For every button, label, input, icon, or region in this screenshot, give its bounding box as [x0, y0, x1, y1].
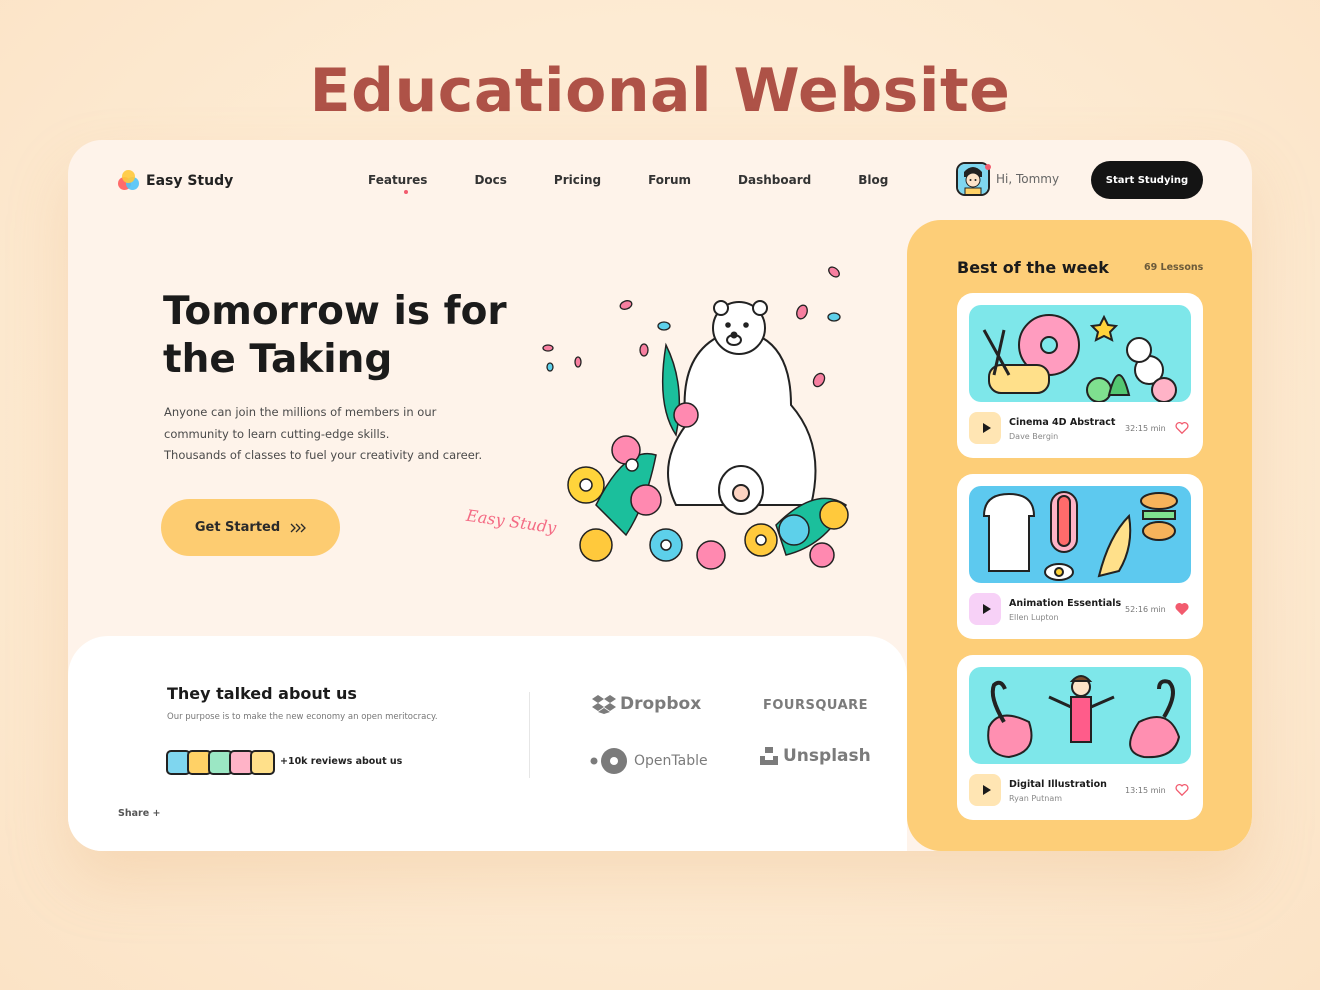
panel-title: Best of the week — [957, 258, 1109, 277]
best-of-week-panel: Best of the week 69 Lessons Cinema 4D Ab… — [907, 220, 1252, 851]
nav-item-blog[interactable]: Blog — [858, 173, 888, 187]
hero-title-line-2: the Taking — [163, 337, 393, 382]
brand-logo-opentable: OpenTable — [590, 747, 708, 775]
share-button[interactable]: Share + — [118, 808, 160, 819]
showcase-title: Educational Website — [309, 56, 1011, 126]
play-button[interactable] — [969, 412, 1001, 444]
notification-dot — [985, 164, 991, 170]
unsplash-icon — [760, 747, 778, 765]
hero-subtitle-line-1: Anyone can join the millions of members … — [164, 405, 437, 419]
nav-item-dashboard[interactable]: Dashboard — [738, 173, 811, 187]
brand-name-opentable: OpenTable — [634, 753, 708, 769]
lesson-duration: 52:16 min — [1125, 605, 1166, 614]
website-frame: Easy Study Features Docs Pricing Forum D… — [68, 140, 1252, 851]
nav-item-forum[interactable]: Forum — [648, 173, 691, 187]
brand-name-dropbox: Dropbox — [620, 694, 702, 714]
lesson-card[interactable]: Digital Illustration Ryan Putnam 13:15 m… — [957, 655, 1203, 820]
lesson-title: Cinema 4D Abstract — [1009, 417, 1116, 428]
hero-subtitle: Anyone can join the millions of members … — [164, 402, 544, 467]
hero-title-line-1: Tomorrow is for — [163, 289, 507, 334]
logo-icon — [118, 170, 140, 192]
logo[interactable]: Easy Study — [118, 170, 233, 192]
lesson-duration: 32:15 min — [1125, 424, 1166, 433]
get-started-button[interactable]: Get Started — [161, 499, 340, 556]
brand-name-foursquare: FOURSQUARE — [763, 698, 869, 713]
lesson-author: Ellen Lupton — [1009, 613, 1059, 622]
dropbox-icon — [592, 695, 616, 714]
nav-item-features[interactable]: Features — [368, 173, 427, 187]
chevrons-right-icon — [290, 523, 307, 532]
opentable-icon — [590, 748, 627, 774]
brand-logo-unsplash: Unsplash — [759, 746, 871, 766]
main-nav: Features Docs Pricing Forum Dashboard Bl… — [368, 173, 935, 187]
brand-logo-dropbox: Dropbox — [592, 694, 701, 714]
lesson-author: Ryan Putnam — [1009, 794, 1063, 803]
heart-outline-icon[interactable] — [1175, 783, 1189, 797]
divider — [529, 692, 530, 778]
heart-outline-icon[interactable] — [1175, 421, 1189, 435]
lesson-duration: 13:15 min — [1125, 786, 1166, 795]
brand-logo-foursquare: FOURSQUARE — [763, 698, 868, 713]
lesson-card[interactable]: Cinema 4D Abstract Dave Bergin 32:15 min — [957, 293, 1203, 458]
reviews-count: +10k reviews about us — [280, 756, 403, 767]
testimonials-title: They talked about us — [167, 684, 357, 703]
hero-subtitle-line-3: Thousands of classes to fuel your creati… — [164, 448, 483, 462]
lesson-thumbnail — [969, 486, 1191, 583]
testimonials-subtitle: Our purpose is to make the new economy a… — [167, 712, 438, 722]
nav-item-docs[interactable]: Docs — [474, 173, 506, 187]
user-greeting: Hi, Tommy — [996, 172, 1060, 186]
lesson-card[interactable]: Animation Essentials Ellen Lupton 52:16 … — [957, 474, 1203, 639]
hero-title: Tomorrow is for the Taking — [163, 288, 563, 384]
lesson-title: Animation Essentials — [1009, 598, 1122, 609]
lessons-count: 69 Lessons — [1144, 262, 1204, 273]
heart-filled-icon[interactable] — [1175, 602, 1189, 616]
lesson-thumbnail — [969, 305, 1191, 402]
hero-subtitle-line-2: community to learn cutting-edge skills. — [164, 426, 390, 441]
lesson-author: Dave Bergin — [1009, 432, 1059, 441]
get-started-label: Get Started — [194, 520, 281, 535]
brand-name: Easy Study — [146, 173, 234, 189]
play-button[interactable] — [969, 774, 1001, 806]
testimonials-section: They talked about us Our purpose is to m… — [68, 636, 907, 851]
nav-item-pricing[interactable]: Pricing — [554, 173, 601, 187]
lesson-title: Digital Illustration — [1009, 779, 1107, 790]
active-nav-indicator — [404, 190, 408, 194]
start-studying-button[interactable]: Start Studying — [1091, 161, 1203, 199]
hero-illustration-bear-flowers — [542, 266, 849, 570]
brand-name-unsplash: Unsplash — [783, 746, 871, 766]
play-button[interactable] — [969, 593, 1001, 625]
lesson-thumbnail — [969, 667, 1191, 764]
reviewer-avatars — [166, 750, 275, 775]
user-menu[interactable]: Hi, Tommy — [956, 162, 1059, 196]
reviewer-avatar — [250, 750, 275, 775]
